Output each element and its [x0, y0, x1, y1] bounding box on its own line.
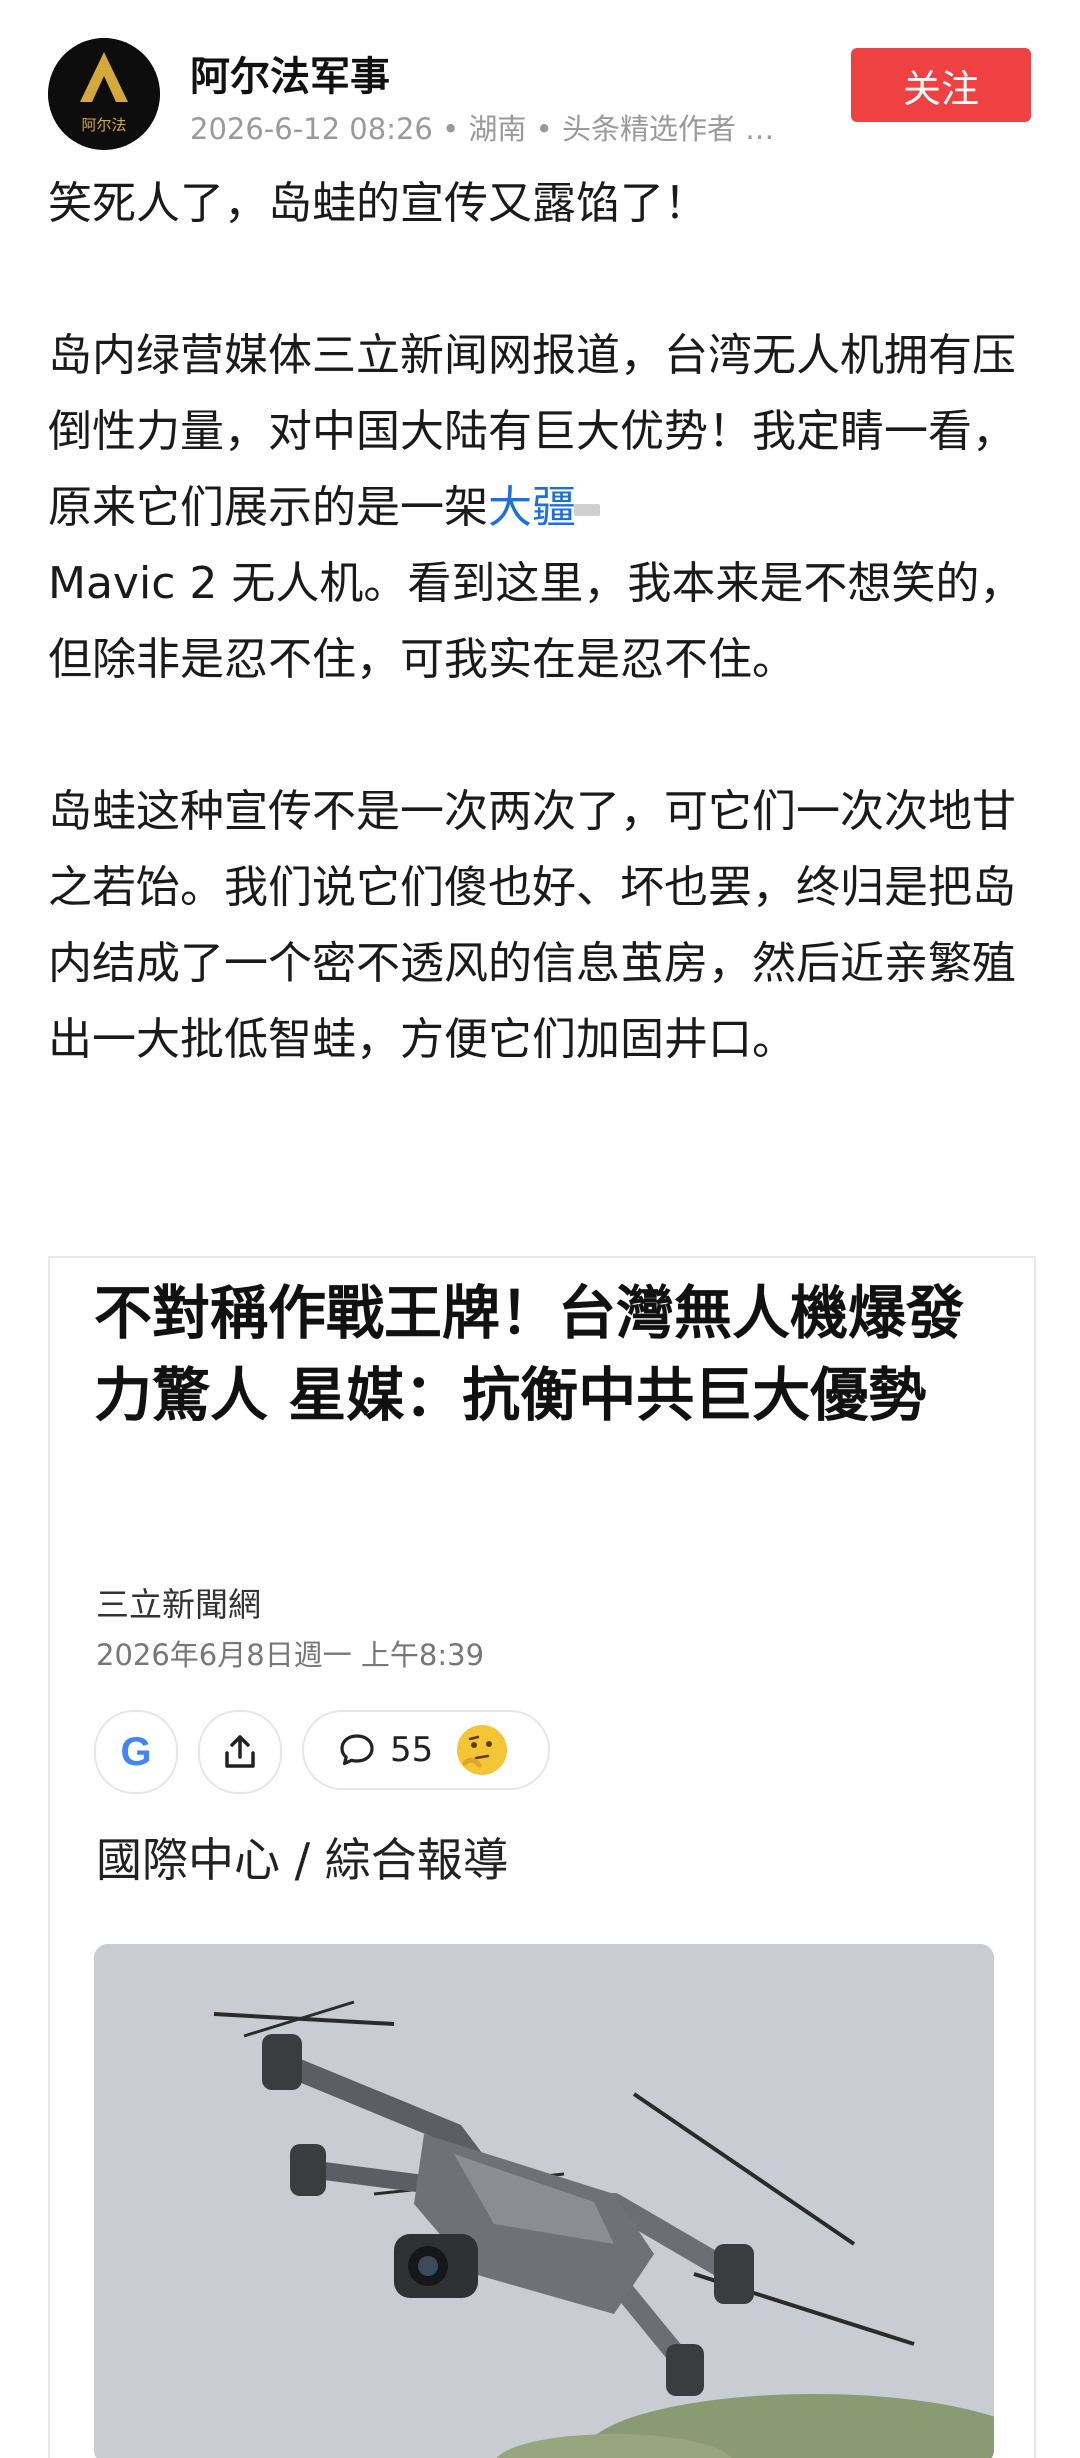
post-meta: 2026-6-12 08:26 • 湖南 • 头条精选作者 … [190, 112, 775, 146]
post-header: 阿尔法 阿尔法军事 2026-6-12 08:26 • 湖南 • 头条精选作者 … [0, 0, 1080, 170]
share-button [198, 1710, 282, 1794]
comment-count: 55 [390, 1730, 434, 1770]
dji-link[interactable]: 大疆 [488, 482, 576, 533]
post-paragraph-1: 笑死人了，岛蛙的宣传又露馅了！ [48, 178, 708, 229]
post-paragraph-2-rest: Mavic 2 无人机。看到这里，我本来是不想笑的，但除非是忍不住，可我实在是忍… [48, 558, 1024, 685]
google-button: G [94, 1710, 178, 1794]
post-body: 笑死人了，岛蛙的宣传又露馅了！ 岛内绿营媒体三立新闻网报道，台湾无人机拥有压倒性… [48, 166, 1038, 1078]
comment-icon [340, 1734, 374, 1766]
embed-reporter: 國際中心 / 綜合報導 [96, 1833, 509, 1887]
author-name[interactable]: 阿尔法军事 [190, 44, 390, 102]
avatar-logo-icon: 阿尔法 [48, 38, 160, 150]
post-paragraph-3: 岛蛙这种宣传不是一次两次了，可它们一次次地甘之若饴。我们说它们傻也好、坏也罢，终… [48, 786, 1016, 1065]
embed-headline: 不對稱作戰王牌！台灣無人機爆發力驚人 星媒：抗衡中共巨大優勢 [94, 1279, 965, 1429]
drone-photo [94, 1944, 994, 2458]
follow-button[interactable]: 关注 [851, 48, 1031, 122]
google-icon: G [120, 1729, 152, 1774]
comment-button: 55 [302, 1710, 550, 1790]
author-avatar[interactable]: 阿尔法 [48, 38, 160, 150]
svg-text:阿尔法: 阿尔法 [81, 116, 126, 134]
text-cursor-icon [574, 504, 600, 516]
drone-illustration [94, 1944, 994, 2458]
post-paragraph-2: 岛内绿营媒体三立新闻网报道，台湾无人机拥有压倒性力量，对中国大陆有巨大优势！我定… [48, 318, 1038, 698]
embed-source: 三立新聞網 [96, 1585, 261, 1624]
thinking-emoji-icon [457, 1725, 508, 1775]
embedded-article-image[interactable]: 不對稱作戰王牌！台灣無人機爆發力驚人 星媒：抗衡中共巨大優勢 三立新聞網 202… [48, 1256, 1036, 2458]
embed-date: 2026年6月8日週一 上午8:39 [96, 1638, 485, 1672]
share-icon [225, 1735, 255, 1768]
